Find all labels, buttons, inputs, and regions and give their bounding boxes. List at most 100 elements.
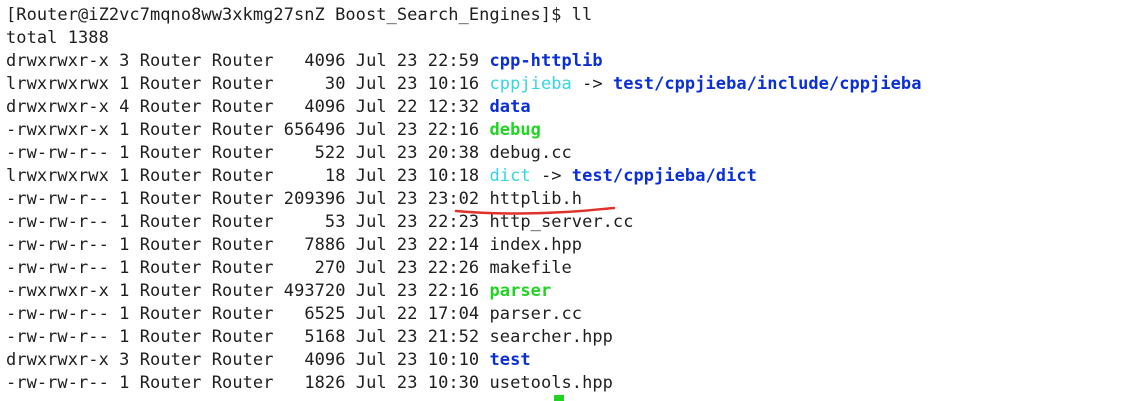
owner: Router <box>139 212 202 232</box>
modified-date: Jul 23 23:02 <box>355 189 480 209</box>
owner: Router <box>139 258 202 278</box>
owner: Router <box>139 166 202 186</box>
group: Router <box>211 258 274 278</box>
permissions: -rw-rw-r-- <box>6 143 109 163</box>
shell-prompt: [Router@iZ2vc7mqno8ww3xkmg27snZ Boost_Se… <box>6 5 593 25</box>
list-item: -rw-rw-r-- 1 Router Router 209396 Jul 23… <box>6 188 582 211</box>
symlink-arrow: -> <box>571 74 613 94</box>
group: Router <box>211 281 274 301</box>
permissions: -rw-rw-r-- <box>6 258 109 278</box>
link-count: 1 <box>119 235 130 255</box>
file-name[interactable]: parser.cc <box>490 304 583 324</box>
list-item: -rw-rw-r-- 1 Router Router 1826 Jul 23 1… <box>6 372 613 395</box>
link-count: 1 <box>119 143 130 163</box>
file-name[interactable]: cpp-httplib <box>490 51 603 71</box>
group: Router <box>211 74 274 94</box>
link-count: 4 <box>119 97 130 117</box>
owner: Router <box>139 304 202 324</box>
total-blocks: total 1388 <box>6 28 109 48</box>
file-name[interactable]: searcher.hpp <box>490 327 613 347</box>
group: Router <box>211 143 274 163</box>
link-count: 1 <box>119 189 130 209</box>
list-item: -rw-rw-r-- 1 Router Router 53 Jul 23 22:… <box>6 211 634 234</box>
file-name[interactable]: http_server.cc <box>490 212 634 232</box>
permissions: -rwxrwxr-x <box>6 120 109 140</box>
list-item: -rwxrwxr-x 1 Router Router 493720 Jul 23… <box>6 280 551 303</box>
list-item: drwxrwxr-x 4 Router Router 4096 Jul 22 1… <box>6 96 531 119</box>
list-item: drwxrwxr-x 3 Router Router 4096 Jul 23 2… <box>6 50 603 73</box>
terminal-window[interactable]: [Router@iZ2vc7mqno8ww3xkmg27snZ Boost_Se… <box>0 0 1126 401</box>
file-size: 4096 <box>283 350 346 370</box>
owner: Router <box>139 97 202 117</box>
permissions: -rw-rw-r-- <box>6 327 109 347</box>
link-count: 3 <box>119 350 130 370</box>
cut-off-line <box>6 395 564 401</box>
permissions: -rw-rw-r-- <box>6 212 109 232</box>
owner: Router <box>139 373 202 393</box>
owner: Router <box>139 350 202 370</box>
file-size: 30 <box>283 74 346 94</box>
group: Router <box>211 212 274 232</box>
list-item: drwxrwxr-x 3 Router Router 4096 Jul 23 1… <box>6 349 531 372</box>
file-size: 656496 <box>283 120 346 140</box>
link-count: 3 <box>119 51 130 71</box>
file-size: 6525 <box>283 304 346 324</box>
file-size: 1826 <box>283 373 346 393</box>
file-size: 522 <box>283 143 346 163</box>
file-size: 209396 <box>283 189 346 209</box>
terminal-cursor <box>554 395 564 401</box>
group: Router <box>211 97 274 117</box>
modified-date: Jul 22 12:32 <box>355 97 480 117</box>
file-name[interactable]: dict <box>490 166 531 186</box>
modified-date: Jul 23 22:14 <box>355 235 480 255</box>
file-size: 7886 <box>283 235 346 255</box>
owner: Router <box>139 51 202 71</box>
permissions: drwxrwxr-x <box>6 51 109 71</box>
group: Router <box>211 327 274 347</box>
modified-date: Jul 22 17:04 <box>355 304 480 324</box>
file-name[interactable]: makefile <box>490 258 572 278</box>
file-name[interactable]: httplib.h <box>490 189 583 209</box>
group: Router <box>211 166 274 186</box>
modified-date: Jul 23 10:16 <box>355 74 480 94</box>
list-item: -rw-rw-r-- 1 Router Router 5168 Jul 23 2… <box>6 326 613 349</box>
link-count: 1 <box>119 120 130 140</box>
file-name[interactable]: data <box>490 97 531 117</box>
modified-date: Jul 23 22:59 <box>355 51 480 71</box>
modified-date: Jul 23 22:26 <box>355 258 480 278</box>
file-name[interactable]: parser <box>490 281 552 301</box>
file-name[interactable]: index.hpp <box>490 235 583 255</box>
permissions: drwxrwxr-x <box>6 350 109 370</box>
file-size: 53 <box>283 212 346 232</box>
symlink-target[interactable]: test/cppjieba/include/cppjieba <box>613 74 922 94</box>
permissions: -rw-rw-r-- <box>6 304 109 324</box>
file-name[interactable]: test <box>490 350 531 370</box>
link-count: 1 <box>119 258 130 278</box>
link-count: 1 <box>119 373 130 393</box>
link-count: 1 <box>119 304 130 324</box>
symlink-arrow: -> <box>530 166 572 186</box>
file-size: 493720 <box>283 281 346 301</box>
permissions: lrwxrwxrwx <box>6 74 109 94</box>
file-name[interactable]: debug.cc <box>490 143 572 163</box>
owner: Router <box>139 281 202 301</box>
group: Router <box>211 304 274 324</box>
permissions: -rwxrwxr-x <box>6 281 109 301</box>
file-name[interactable]: usetools.hpp <box>490 373 613 393</box>
group: Router <box>211 350 274 370</box>
prompt-line: [Router@iZ2vc7mqno8ww3xkmg27snZ Boost_Se… <box>6 4 592 27</box>
modified-date: Jul 23 20:38 <box>355 143 480 163</box>
list-item: lrwxrwxrwx 1 Router Router 18 Jul 23 10:… <box>6 165 757 188</box>
file-name[interactable]: cppjieba <box>490 74 572 94</box>
list-item: -rw-rw-r-- 1 Router Router 270 Jul 23 22… <box>6 257 572 280</box>
file-name[interactable]: debug <box>490 120 541 140</box>
file-size: 4096 <box>283 51 346 71</box>
file-size: 4096 <box>283 97 346 117</box>
symlink-target[interactable]: test/cppjieba/dict <box>572 166 757 186</box>
modified-date: Jul 23 10:18 <box>355 166 480 186</box>
group: Router <box>211 120 274 140</box>
link-count: 1 <box>119 74 130 94</box>
list-item: -rw-rw-r-- 1 Router Router 6525 Jul 22 1… <box>6 303 582 326</box>
list-item: -rwxrwxr-x 1 Router Router 656496 Jul 23… <box>6 119 541 142</box>
permissions: -rw-rw-r-- <box>6 189 109 209</box>
